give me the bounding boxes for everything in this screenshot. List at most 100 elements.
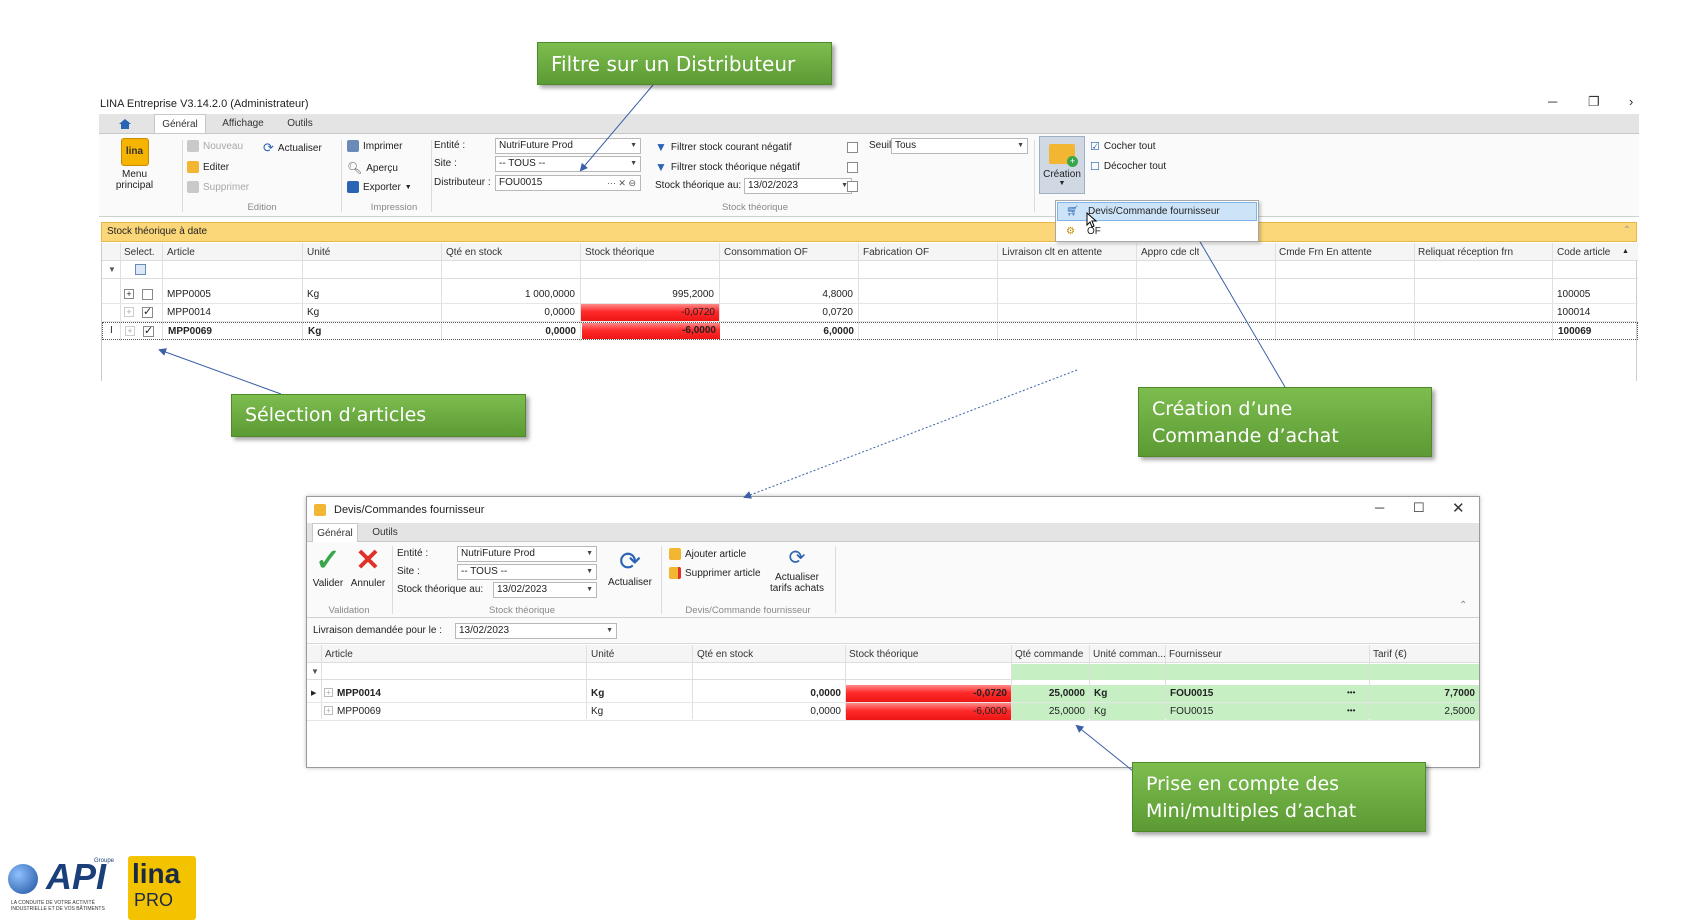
- folder-delete-icon: [669, 567, 681, 579]
- tab-general[interactable]: Général: [154, 114, 206, 133]
- col-select[interactable]: Select.: [124, 247, 155, 258]
- expand-icon[interactable]: +: [125, 326, 135, 336]
- chevron-down-icon: ▼: [1017, 142, 1024, 149]
- dialog-entite-select[interactable]: NutriFuture Prod ▼: [457, 546, 597, 562]
- row-checkbox-checked[interactable]: ✓: [143, 326, 154, 337]
- more-icon[interactable]: •••: [1347, 688, 1355, 697]
- dialog-stock-date-field[interactable]: 13/02/2023 ▼: [493, 582, 597, 598]
- creation-button[interactable]: + Création ▼: [1039, 136, 1085, 194]
- row-checkbox-checked[interactable]: ✓: [142, 307, 153, 318]
- dcol-unite-commande[interactable]: Unité comman...: [1093, 649, 1165, 660]
- dialog-maximize-button[interactable]: ☐: [1413, 500, 1425, 516]
- apercu-button[interactable]: 🔍︎ Aperçu: [347, 161, 398, 175]
- table-row-selected[interactable]: I + ✓ MPP0069 Kg 0,0000 -6,0000 6,0000 1…: [102, 322, 1638, 340]
- filter-select-icon[interactable]: [135, 264, 146, 275]
- supprimer-button[interactable]: Supprimer: [187, 181, 249, 193]
- filter-row[interactable]: [102, 262, 1638, 279]
- dialog-site-select[interactable]: -- TOUS -- ▼: [457, 564, 597, 580]
- chevron-down-icon: ▼: [586, 568, 593, 575]
- actualiser-tarifs-button[interactable]: ⟳ Actualiser tarifs achats: [767, 546, 827, 594]
- main-ribbon: lina Menu principal Nouveau Editer Suppr…: [99, 134, 1639, 217]
- col-qte-stock[interactable]: Qté en stock: [446, 247, 502, 258]
- chevron-down-icon: ▼: [586, 586, 593, 593]
- dcol-stock-theorique[interactable]: Stock théorique: [849, 649, 919, 660]
- expand-icon[interactable]: +: [324, 688, 333, 697]
- filter-icon: ▼: [108, 265, 116, 274]
- callout-mini-multiples: Prise en compte des Mini/multiples d’ach…: [1132, 762, 1426, 832]
- folder-add-icon: +: [1049, 144, 1078, 167]
- col-reliquat[interactable]: Reliquat réception frn: [1418, 247, 1513, 258]
- seuil-select[interactable]: Tous ▼: [891, 138, 1028, 154]
- stock-date-checkbox[interactable]: [847, 181, 858, 192]
- callout-creation: Création d’une Commande d’achat: [1138, 387, 1432, 457]
- table-row[interactable]: + MPP0005 Kg 1 000,0000 995,2000 4,8000 …: [102, 286, 1638, 304]
- imprimer-button[interactable]: Imprimer: [347, 140, 402, 152]
- entite-select[interactable]: NutriFuture Prod ▼: [495, 138, 641, 154]
- collapse-ribbon-icon[interactable]: ⌃: [1459, 600, 1467, 611]
- filtre-courant-button[interactable]: ▼ Filtrer stock courant négatif: [655, 140, 792, 154]
- dcol-fournisseur[interactable]: Fournisseur: [1169, 649, 1222, 660]
- col-conso-of[interactable]: Consommation OF: [724, 247, 808, 258]
- more-icon[interactable]: •••: [1347, 706, 1355, 715]
- filter-icon: ▼: [655, 160, 667, 174]
- dialog-tab-outils[interactable]: Outils: [367, 523, 403, 542]
- restore-button[interactable]: ❐: [1588, 94, 1600, 110]
- dialog-actualiser-button[interactable]: ⟳ Actualiser: [605, 548, 655, 588]
- col-article[interactable]: Article: [167, 247, 195, 258]
- filtre-courant-checkbox[interactable]: [847, 142, 858, 153]
- dialog-close-button[interactable]: ✕: [1452, 499, 1465, 517]
- table-row[interactable]: + MPP0069 Kg 0,0000 -6,0000 25,0000 Kg F…: [307, 703, 1479, 721]
- tab-outils[interactable]: Outils: [277, 114, 323, 133]
- expand-icon[interactable]: +: [324, 706, 333, 715]
- col-unite[interactable]: Unité: [307, 247, 330, 258]
- distributeur-field[interactable]: FOU0015 ··· ✕ ⊖: [495, 175, 641, 191]
- editer-button[interactable]: Editer: [187, 161, 229, 173]
- table-row[interactable]: ▶ + MPP0014 Kg 0,0000 -0,0720 25,0000 Kg…: [307, 685, 1479, 703]
- dialog-minimize-button[interactable]: ─: [1375, 500, 1384, 515]
- filtre-theorique-checkbox[interactable]: [847, 162, 858, 173]
- col-appro[interactable]: Appro cde clt: [1141, 247, 1199, 258]
- clear-icon: ··· ✕ ⊖: [606, 178, 636, 188]
- table-row[interactable]: + ✓ MPP0014 Kg 0,0000 -0,0720 0,0720 100…: [102, 304, 1638, 322]
- col-cmde-frn[interactable]: Cmde Frn En attente: [1279, 247, 1372, 258]
- site-select[interactable]: -- TOUS -- ▼: [495, 156, 641, 172]
- dialog-tab-general[interactable]: Général: [312, 523, 358, 542]
- nouveau-button[interactable]: Nouveau: [187, 140, 243, 152]
- filtre-theorique-button[interactable]: ▼ Filtrer stock théorique négatif: [655, 160, 800, 174]
- actualiser-button[interactable]: ⟳ Actualiser: [263, 140, 322, 156]
- exporter-button[interactable]: Exporter ▼: [347, 181, 412, 193]
- supprimer-article-button[interactable]: Supprimer article: [669, 567, 761, 579]
- collapse-icon[interactable]: ⌃: [1623, 225, 1631, 236]
- col-livraison[interactable]: Livraison clt en attente: [1002, 247, 1102, 258]
- col-stock-theorique[interactable]: Stock théorique: [585, 247, 655, 258]
- ajouter-article-button[interactable]: Ajouter article: [669, 548, 746, 560]
- dcol-article[interactable]: Article: [325, 649, 353, 660]
- dcol-qte-commande[interactable]: Qté commande: [1015, 649, 1083, 660]
- annuler-button[interactable]: ✕ Annuler: [349, 546, 387, 590]
- sort-up-icon: ▲: [1622, 248, 1629, 255]
- col-fabrication-of[interactable]: Fabrication OF: [863, 247, 929, 258]
- stock-date-field[interactable]: 13/02/2023 ▼: [744, 178, 852, 194]
- col-code-article[interactable]: Code article: [1557, 247, 1610, 258]
- decocher-tout-button[interactable]: ☐ Décocher tout: [1090, 160, 1166, 173]
- tab-affichage[interactable]: Affichage: [215, 114, 271, 133]
- home-tab[interactable]: [104, 114, 146, 133]
- dcol-tarif[interactable]: Tarif (€): [1373, 649, 1407, 660]
- minimize-button[interactable]: ─: [1548, 94, 1557, 109]
- valider-button[interactable]: ✓ Valider: [311, 544, 345, 590]
- dcol-qte-stock[interactable]: Qté en stock: [697, 649, 753, 660]
- livraison-date-field[interactable]: 13/02/2023 ▼: [455, 623, 617, 639]
- expand-icon[interactable]: +: [124, 307, 134, 317]
- uncheck-list-icon: ☐: [1090, 161, 1100, 173]
- cocher-tout-button[interactable]: ☑ Cocher tout: [1090, 140, 1156, 153]
- row-checkbox[interactable]: [142, 289, 153, 300]
- chevron-right-icon[interactable]: ›: [1629, 94, 1633, 109]
- dcol-unite[interactable]: Unité: [591, 649, 614, 660]
- menu-principal-button[interactable]: lina Menu principal: [102, 138, 167, 191]
- globe-icon: [8, 864, 38, 894]
- expand-icon[interactable]: +: [124, 289, 134, 299]
- home-icon: [119, 119, 131, 129]
- lina-icon: lina: [120, 138, 149, 166]
- check-icon: ✓: [315, 544, 341, 577]
- gear-icon: ⚙: [1066, 226, 1075, 237]
